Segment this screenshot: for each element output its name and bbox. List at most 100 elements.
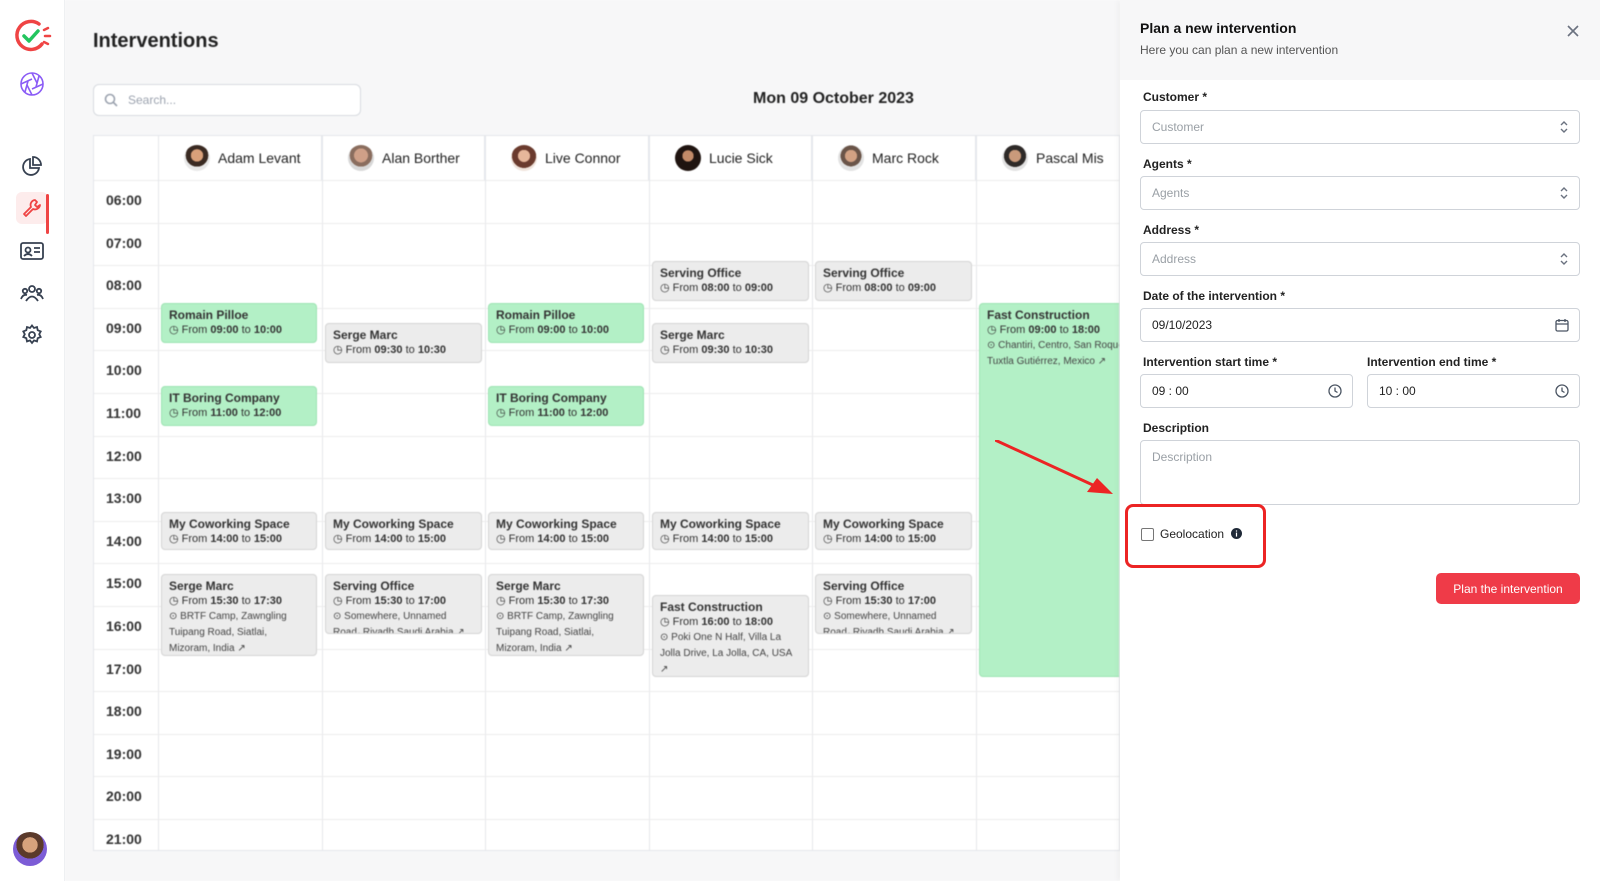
event-card[interactable]: Fast Construction ◷ From 16:00 to 18:00 ⊙ … bbox=[652, 595, 809, 677]
event-time: ◷ From 08:00 to 09:00 bbox=[823, 282, 936, 294]
event-title: Serving Office bbox=[660, 266, 742, 280]
aperture-icon[interactable] bbox=[16, 68, 48, 100]
agent-column-header[interactable]: Adam Levant bbox=[158, 136, 322, 180]
event-time: ◷ From 15:30 to 17:00 bbox=[823, 595, 936, 607]
event-title: My Coworking Space bbox=[660, 517, 781, 531]
agent-column-header[interactable]: Lucie Sick bbox=[649, 136, 812, 180]
annotation-arrow bbox=[995, 440, 1113, 494]
date-label: Date of the intervention * bbox=[1143, 289, 1286, 303]
event-card[interactable]: Romain Pilloe ◷ From 09:00 to 10:00 bbox=[161, 303, 317, 343]
user-avatar[interactable] bbox=[13, 832, 47, 866]
info-icon[interactable] bbox=[1231, 528, 1243, 539]
event-title: Romain Pilloe bbox=[496, 308, 576, 322]
event-time: ◷ From 09:00 to 10:00 bbox=[169, 324, 282, 336]
event-card[interactable]: Serving Office ◷ From 08:00 to 09:00 bbox=[652, 261, 809, 301]
agent-avatar bbox=[348, 145, 374, 171]
event-card[interactable]: Serge Marc ◷ From 15:30 to 17:30 ⊙ BRTF Ca… bbox=[488, 574, 644, 656]
agent-column-header[interactable]: Alan Borther bbox=[322, 136, 485, 180]
event-card[interactable]: My Coworking Space ◷ From 14:00 to 15:00 bbox=[652, 512, 809, 550]
event-card[interactable]: Serving Office ◷ From 15:30 to 17:00 ⊙ Som… bbox=[815, 574, 972, 634]
hour-label: 10:00 bbox=[106, 362, 142, 379]
start-time-input[interactable]: 09 : 00 bbox=[1140, 374, 1353, 408]
description-placeholder: Description bbox=[1152, 450, 1213, 464]
event-time: ◷ From 15:30 to 17:30 bbox=[496, 595, 609, 607]
end-time-value: 10 : 00 bbox=[1379, 384, 1416, 398]
column-divider bbox=[649, 136, 650, 850]
search-icon bbox=[104, 93, 118, 107]
event-address: ⊙ Poki One N Half, Villa La Jolla Drive,… bbox=[660, 632, 792, 675]
event-card[interactable]: IT Boring Company ◷ From 11:00 to 12:00 bbox=[161, 386, 317, 426]
event-card[interactable]: Serge Marc ◷ From 15:30 to 17:30 ⊙ BRTF Ca… bbox=[161, 574, 317, 656]
settings-icon[interactable] bbox=[16, 319, 48, 351]
event-address: ⊙ BRTF Camp, Zawngling Tuipang Road, Sia… bbox=[169, 611, 287, 654]
event-title: IT Boring Company bbox=[169, 391, 280, 405]
event-time: ◷ From 09:30 to 10:30 bbox=[660, 344, 773, 356]
event-time: ◷ From 14:00 to 15:00 bbox=[823, 533, 936, 545]
address-select[interactable]: Address bbox=[1140, 242, 1580, 276]
agent-column-header[interactable]: Marc Rock bbox=[812, 136, 976, 180]
hour-label: 19:00 bbox=[106, 745, 142, 762]
event-card[interactable]: Serving Office ◷ From 08:00 to 09:00 bbox=[815, 261, 972, 301]
column-divider bbox=[812, 136, 813, 850]
event-title: My Coworking Space bbox=[169, 517, 290, 531]
event-card[interactable]: Serge Marc ◷ From 09:30 to 10:30 bbox=[652, 323, 809, 363]
event-time: ◷ From 16:00 to 18:00 bbox=[660, 616, 773, 628]
event-card[interactable]: Romain Pilloe ◷ From 09:00 to 10:00 bbox=[488, 303, 644, 343]
clock-icon[interactable] bbox=[1555, 384, 1569, 398]
clock-icon[interactable] bbox=[1328, 384, 1342, 398]
event-address: ⊙ BRTF Camp, Zawngling Tuipang Road, Sia… bbox=[496, 611, 614, 654]
description-textarea[interactable]: Description bbox=[1140, 440, 1580, 505]
event-card[interactable]: IT Boring Company ◷ From 11:00 to 12:00 bbox=[488, 386, 644, 426]
calendar-icon[interactable] bbox=[1555, 318, 1569, 332]
geolocation-label[interactable]: Geolocation bbox=[1160, 527, 1243, 541]
hour-row-line bbox=[94, 435, 1119, 437]
contact-card-icon[interactable] bbox=[16, 235, 48, 267]
agent-name: Marc Rock bbox=[872, 150, 939, 166]
app-logo[interactable] bbox=[12, 18, 52, 54]
hour-row-line bbox=[94, 350, 1119, 352]
event-time: ◷ From 15:30 to 17:30 bbox=[169, 595, 282, 607]
close-icon[interactable] bbox=[1564, 22, 1582, 40]
event-title: My Coworking Space bbox=[496, 517, 617, 531]
panel-header: Plan a new intervention Here you can pla… bbox=[1120, 0, 1600, 80]
hour-row-line bbox=[94, 691, 1119, 693]
users-icon[interactable] bbox=[16, 277, 48, 309]
agents-select[interactable]: Agents bbox=[1140, 176, 1580, 210]
hour-label: 13:00 bbox=[106, 490, 142, 507]
search-input[interactable]: Search... bbox=[93, 84, 361, 116]
date-input[interactable]: 09/10/2023 bbox=[1140, 308, 1580, 342]
plan-intervention-button[interactable]: Plan the intervention bbox=[1436, 573, 1580, 604]
event-card[interactable]: Serving Office ◷ From 15:30 to 17:00 ⊙ Som… bbox=[325, 574, 482, 634]
customer-select[interactable]: Customer bbox=[1140, 110, 1580, 144]
chevron-up-down-icon bbox=[1560, 253, 1568, 265]
hour-label: 16:00 bbox=[106, 618, 142, 634]
event-card[interactable]: Serge Marc ◷ From 09:30 to 10:30 bbox=[325, 323, 482, 363]
event-card[interactable]: My Coworking Space ◷ From 14:00 to 15:00 bbox=[488, 512, 644, 550]
sidebar bbox=[0, 0, 65, 881]
agent-column-header[interactable]: Pascal Mis bbox=[976, 136, 1119, 180]
start-time-value: 09 : 00 bbox=[1152, 384, 1189, 398]
event-time: ◷ From 11:00 to 12:00 bbox=[496, 407, 609, 419]
agent-column-header[interactable]: Live Connor bbox=[485, 136, 649, 180]
event-card[interactable]: My Coworking Space ◷ From 14:00 to 15:00 bbox=[161, 512, 317, 550]
event-title: Romain Pilloe bbox=[169, 308, 249, 322]
event-time: ◷ From 14:00 to 15:00 bbox=[169, 533, 282, 545]
event-title: Serving Office bbox=[823, 266, 905, 280]
hour-label: 15:00 bbox=[106, 575, 142, 592]
hour-row-line bbox=[94, 222, 1119, 224]
geolocation-checkbox[interactable] bbox=[1141, 528, 1154, 541]
event-time: ◷ From 15:30 to 17:00 bbox=[333, 595, 446, 607]
event-card[interactable]: My Coworking Space ◷ From 14:00 to 15:00 bbox=[815, 512, 972, 550]
event-card[interactable]: My Coworking Space ◷ From 14:00 to 15:00 bbox=[325, 512, 482, 550]
event-title: Serge Marc bbox=[333, 328, 398, 342]
end-time-input[interactable]: 10 : 00 bbox=[1367, 374, 1580, 408]
time-column-divider bbox=[158, 136, 159, 850]
hour-label: 09:00 bbox=[106, 319, 142, 336]
wrench-icon[interactable] bbox=[16, 192, 49, 234]
main-content: Interventions Search... Mon 09 October 2… bbox=[65, 0, 1120, 881]
header-divider bbox=[94, 180, 1119, 181]
calendar-grid: Adam Levant Alan Borther Live Connor Luc… bbox=[93, 135, 1120, 851]
customer-placeholder: Customer bbox=[1152, 120, 1205, 134]
hour-label: 18:00 bbox=[106, 703, 142, 720]
chart-pie-icon[interactable] bbox=[16, 150, 48, 182]
